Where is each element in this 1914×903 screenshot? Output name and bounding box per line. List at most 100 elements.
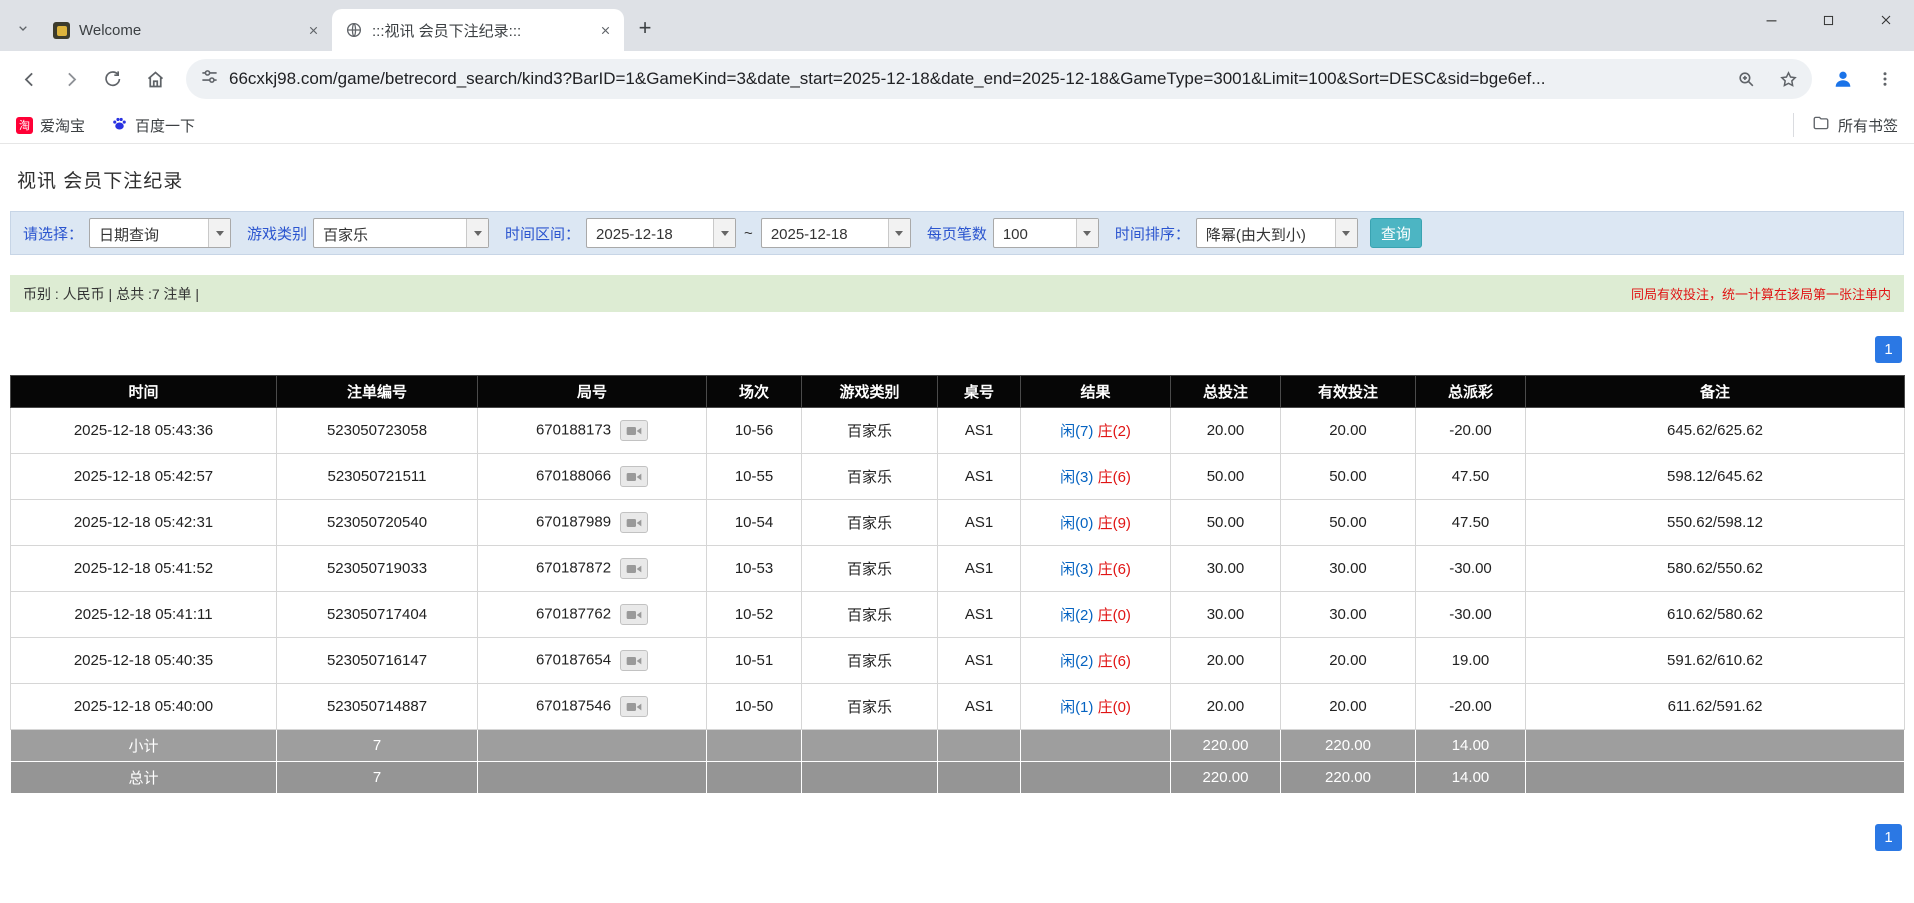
page-number-button[interactable]: 1 (1875, 336, 1902, 363)
minimize-button[interactable] (1743, 0, 1800, 40)
cell-total-bet[interactable]: 30.00 (1171, 592, 1281, 638)
address-bar[interactable]: 66cxkj98.com/game/betrecord_search/kind3… (186, 59, 1812, 99)
page-content: 视讯 会员下注纪录 请选择： 日期查询 游戏类别 百家乐 时间区间： 2025-… (0, 144, 1914, 851)
cell-total-bet[interactable]: 20.00 (1171, 638, 1281, 684)
date-start-select[interactable]: 2025-12-18 (586, 218, 736, 248)
cell-remark: 580.62/550.62 (1526, 546, 1905, 592)
sort-select[interactable]: 降幂(由大到小) (1196, 218, 1358, 248)
table-row: 2025-12-18 05:43:36523050723058670188173… (11, 408, 1905, 454)
close-tab-icon[interactable] (302, 19, 324, 41)
total-payout: 14.00 (1416, 762, 1526, 794)
tab-strip: Welcome :::视讯 会员下注纪录::: + (0, 0, 1914, 51)
video-replay-icon[interactable] (620, 650, 648, 671)
bookmark-baidu[interactable]: 百度一下 (111, 115, 195, 136)
close-window-button[interactable] (1857, 0, 1914, 40)
cell-time: 2025-12-18 05:42:31 (11, 500, 277, 546)
column-header: 总派彩 (1416, 376, 1526, 408)
cell-game-type: 百家乐 (802, 638, 938, 684)
home-icon[interactable] (136, 60, 174, 98)
menu-kebab-icon[interactable] (1866, 60, 1904, 98)
cell-total-bet[interactable]: 30.00 (1171, 546, 1281, 592)
maximize-button[interactable] (1800, 0, 1857, 40)
bookmark-taobao[interactable]: 淘 爱淘宝 (16, 115, 85, 136)
table-body: 2025-12-18 05:43:36523050723058670188173… (11, 408, 1905, 730)
video-replay-icon[interactable] (620, 466, 648, 487)
cell-round: 670187989 (478, 500, 707, 546)
cell-payout: -30.00 (1416, 592, 1526, 638)
result-player: 闲(3) (1060, 469, 1093, 486)
query-type-select[interactable]: 日期查询 (89, 218, 231, 248)
url-text: 66cxkj98.com/game/betrecord_search/kind3… (229, 69, 1720, 89)
currency-summary: 币别 : 人民币 | 总共 :7 注单 | (23, 284, 199, 304)
table-head-row: 时间注单编号局号场次游戏类别桌号结果总投注有效投注总派彩备注 (11, 376, 1905, 408)
search-button[interactable]: 查询 (1370, 218, 1422, 248)
all-bookmarks[interactable]: 所有书签 (1793, 113, 1898, 137)
tab-welcome[interactable]: Welcome (40, 9, 332, 51)
profile-avatar[interactable] (1824, 60, 1862, 98)
page-title: 视讯 会员下注纪录 (17, 166, 1914, 193)
table-row: 2025-12-18 05:40:35523050716147670187654… (11, 638, 1905, 684)
cell-session: 10-54 (707, 500, 802, 546)
cell-total-bet[interactable]: 50.00 (1171, 500, 1281, 546)
video-replay-icon[interactable] (620, 420, 648, 441)
chevron-down-icon (208, 219, 230, 247)
game-type-select[interactable]: 百家乐 (313, 218, 489, 248)
video-replay-icon[interactable] (620, 512, 648, 533)
cell-bet-id: 523050714887 (277, 684, 478, 730)
table-row: 2025-12-18 05:42:31523050720540670187989… (11, 500, 1905, 546)
tab-search-button[interactable] (8, 14, 38, 46)
cell-game-type: 百家乐 (802, 454, 938, 500)
cell-table-no: AS1 (938, 500, 1021, 546)
column-header: 结果 (1021, 376, 1171, 408)
bookmark-star-icon[interactable] (1772, 63, 1804, 95)
cell-time: 2025-12-18 05:41:11 (11, 592, 277, 638)
chevron-down-icon (713, 219, 735, 247)
site-settings-icon[interactable] (200, 67, 219, 91)
page-size-select[interactable]: 100 (993, 218, 1099, 248)
cell-round: 670187762 (478, 592, 707, 638)
cell-payout: 47.50 (1416, 500, 1526, 546)
cell-payout: -20.00 (1416, 684, 1526, 730)
cell-game-type: 百家乐 (802, 546, 938, 592)
subtotal-valid-bet: 220.00 (1281, 730, 1416, 762)
subtotal-row: 小计 7 220.00 220.00 14.00 (11, 730, 1905, 762)
column-header: 游戏类别 (802, 376, 938, 408)
cell-table-no: AS1 (938, 408, 1021, 454)
video-replay-icon[interactable] (620, 696, 648, 717)
page-number-button[interactable]: 1 (1875, 824, 1902, 851)
cell-remark: 598.12/645.62 (1526, 454, 1905, 500)
close-tab-icon[interactable] (594, 19, 616, 41)
result-player: 闲(2) (1060, 653, 1093, 670)
cell-bet-id: 523050721511 (277, 454, 478, 500)
column-header: 场次 (707, 376, 802, 408)
video-replay-icon[interactable] (620, 604, 648, 625)
result-player: 闲(1) (1060, 699, 1093, 716)
bookmark-label: 百度一下 (135, 115, 195, 136)
result-player: 闲(7) (1060, 423, 1093, 440)
date-range-label: 时间区间： (505, 223, 580, 244)
cell-round: 670187546 (478, 684, 707, 730)
select-value: 降幂(由大到小) (1197, 219, 1335, 247)
video-replay-icon[interactable] (620, 558, 648, 579)
game-type-label: 游戏类别 (247, 223, 307, 244)
cell-total-bet[interactable]: 20.00 (1171, 408, 1281, 454)
globe-icon (345, 21, 363, 39)
range-tilde: ~ (744, 225, 753, 242)
cell-valid-bet: 50.00 (1281, 454, 1416, 500)
cell-total-bet[interactable]: 20.00 (1171, 684, 1281, 730)
reload-icon[interactable] (94, 60, 132, 98)
total-count: 7 (277, 762, 478, 794)
column-header: 桌号 (938, 376, 1021, 408)
zoom-icon[interactable] (1730, 63, 1762, 95)
cell-total-bet[interactable]: 50.00 (1171, 454, 1281, 500)
result-player: 闲(3) (1060, 561, 1093, 578)
date-end-select[interactable]: 2025-12-18 (761, 218, 911, 248)
tab-bet-records[interactable]: :::视讯 会员下注纪录::: (332, 9, 624, 51)
back-icon[interactable] (10, 60, 48, 98)
tab-title: Welcome (79, 22, 293, 39)
forward-icon[interactable] (52, 60, 90, 98)
new-tab-button[interactable]: + (628, 11, 662, 45)
cell-round: 670188173 (478, 408, 707, 454)
cell-valid-bet: 20.00 (1281, 684, 1416, 730)
cell-valid-bet: 20.00 (1281, 638, 1416, 684)
